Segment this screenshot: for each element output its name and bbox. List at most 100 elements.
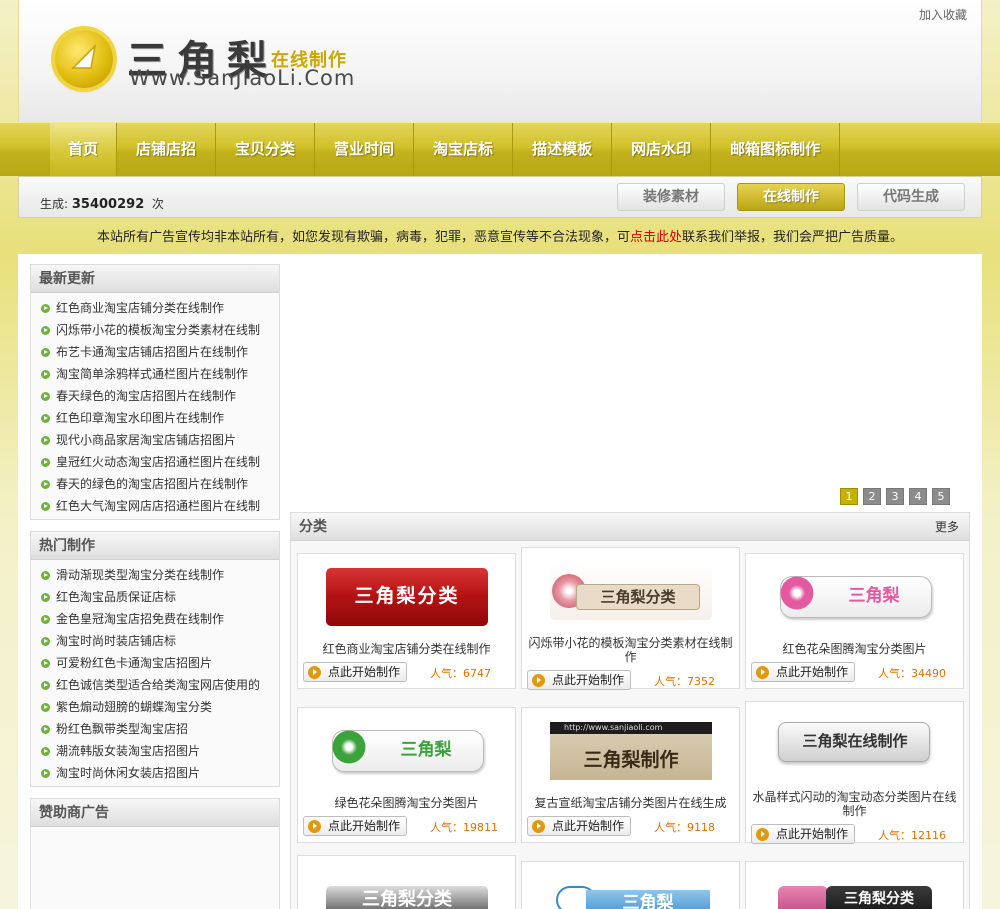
category-card[interactable]: 三角梨在线制作水晶样式闪动的淘宝动态分类图片在线制作点此开始制作 人气：12116 (745, 701, 964, 844)
arrow-bullet-icon (41, 458, 50, 467)
popularity: 人气：6747 (430, 665, 491, 681)
hot-list-item[interactable]: 淘宝时尚时装店铺店标 (41, 630, 279, 652)
ad-notice: 本站所有广告宣传均非本站所有，如您发现有欺骗，病毒，犯罪，恶意宣传等不合法现象，… (0, 226, 1000, 245)
latest-list-item[interactable]: 皇冠红火动态淘宝店招通栏图片在线制 (41, 451, 279, 473)
latest-updates-title: 最新更新 (31, 265, 279, 293)
hot-list-item[interactable]: 红色诚信类型适合给类淘宝网店使用的 (41, 674, 279, 696)
hot-list-item[interactable]: 粉红色飘带类型淘宝店招 (41, 718, 279, 740)
latest-list-item[interactable]: 淘宝简单涂鸦样式通栏图片在线制作 (41, 363, 279, 385)
sub-bar: 生成: 35400292 次 装修素材 在线制作 代码生成 (18, 176, 982, 218)
start-making-button[interactable]: 点此开始制作 (527, 816, 631, 836)
pink-block (778, 886, 828, 909)
category-card[interactable]: 三角梨 (521, 861, 740, 909)
category-card[interactable]: http://www.sanjiaoli.com 三角梨制作复古宣纸淘宝店铺分类图… (521, 707, 740, 843)
nav-item-7[interactable]: 邮箱图标制作 (711, 123, 841, 177)
category-header: 分类 更多 (291, 513, 969, 541)
category-card[interactable]: 三角梨分类 (745, 861, 964, 909)
hot-list-item[interactable]: 紫色煽动翅膀的蝴蝶淘宝分类 (41, 696, 279, 718)
card-title[interactable]: 水晶样式闪动的淘宝动态分类图片在线制作 (752, 790, 957, 818)
nav-item-2[interactable]: 宝贝分类 (216, 123, 316, 177)
go-arrow-icon (756, 666, 769, 679)
go-arrow-icon (756, 828, 769, 841)
latest-list-item[interactable]: 布艺卡通淘宝店铺店招图片在线制作 (41, 341, 279, 363)
popularity-label: 人气： (878, 829, 911, 842)
arrow-bullet-icon (41, 659, 50, 668)
nav-item-6[interactable]: 网店水印 (612, 123, 712, 177)
hot-item-label: 金色皇冠淘宝店招免费在线制作 (56, 612, 225, 626)
nav-item-3[interactable]: 营业时间 (315, 123, 415, 177)
hot-item-label: 紫色煽动翅膀的蝴蝶淘宝分类 (56, 700, 213, 714)
sub-tab-0[interactable]: 装修素材 (617, 183, 725, 211)
latest-list-item[interactable]: 红色大气淘宝网店店招通栏图片在线制 (41, 495, 279, 517)
go-arrow-icon (532, 820, 545, 833)
card-thumbnail[interactable]: 三角梨 (326, 722, 488, 780)
card-thumbnail[interactable]: 三角梨 (550, 884, 712, 909)
latest-updates-box: 最新更新 红色商业淘宝店铺分类在线制作闪烁带小花的模板淘宝分类素材在线制 布艺卡通… (30, 264, 280, 520)
logo-sun-icon[interactable] (55, 30, 113, 88)
nav-item-1[interactable]: 店铺店招 (117, 123, 217, 177)
arrow-bullet-icon (41, 769, 50, 778)
latest-item-label: 红色商业淘宝店铺分类在线制作 (56, 301, 225, 315)
start-making-button[interactable]: 点此开始制作 (751, 824, 855, 844)
category-card[interactable]: 三角梨分类 闪烁带小花的模板淘宝分类素材在线制作 点此开始制作 人气：7352 (521, 547, 740, 690)
arrow-bullet-icon (41, 681, 50, 690)
add-favorite-link[interactable]: 加入收藏 (919, 6, 967, 23)
latest-list-item[interactable]: 闪烁带小花的模板淘宝分类素材在线制 (41, 319, 279, 341)
card-thumbnail[interactable]: 三角梨在线制作 (774, 716, 936, 774)
nav-item-5[interactable]: 描述模板 (513, 123, 613, 177)
more-link[interactable]: 更多 (935, 513, 959, 541)
popularity-label: 人气： (654, 675, 687, 688)
nav-item-4[interactable]: 淘宝店标 (414, 123, 514, 177)
card-thumbnail[interactable]: 三角梨分类 (774, 884, 936, 909)
sponsor-box: 赞助商广告 (30, 798, 280, 909)
card-thumbnail[interactable]: 三角梨分类 (326, 568, 488, 626)
hot-item-label: 可爱粉红色卡通淘宝店招图片 (56, 656, 213, 670)
latest-list-item[interactable]: 红色商业淘宝店铺分类在线制作 (41, 297, 279, 319)
hot-list-item[interactable]: 可爱粉红色卡通淘宝店招图片 (41, 652, 279, 674)
start-making-button[interactable]: 点此开始制作 (303, 816, 407, 836)
card-title[interactable]: 绿色花朵图腾淘宝分类图片 (304, 796, 509, 810)
count-value: 35400292 (71, 197, 145, 212)
sub-tab-2[interactable]: 代码生成 (857, 183, 965, 211)
hot-list-item[interactable]: 滑动渐现类型淘宝分类在线制作 (41, 564, 279, 586)
popularity: 人气：9118 (654, 819, 715, 835)
hot-item-label: 红色诚信类型适合给类淘宝网店使用的 (56, 678, 261, 692)
nav-item-0[interactable]: 首页 (50, 123, 118, 177)
category-card[interactable]: 三角梨 红色花朵图腾淘宝分类图片 点此开始制作 人气：34490 (745, 553, 964, 689)
card-title[interactable]: 红色花朵图腾淘宝分类图片 (752, 642, 957, 656)
popularity-value: 12116 (911, 829, 946, 842)
category-card[interactable]: 三角梨分类 (297, 855, 516, 909)
page-button-1[interactable]: 1 (840, 488, 858, 505)
card-thumbnail[interactable]: 三角梨 (774, 568, 936, 626)
start-making-button[interactable]: 点此开始制作 (303, 662, 407, 682)
page-button-2[interactable]: 2 (863, 488, 881, 505)
report-link[interactable]: 点击此处 (630, 230, 682, 245)
category-card[interactable]: 三角梨分类红色商业淘宝店铺分类在线制作点此开始制作 人气：6747 (297, 553, 516, 689)
banner-slider[interactable]: 12345 (292, 266, 968, 505)
card-title[interactable]: 复古宣纸淘宝店铺分类图片在线生成 (528, 796, 733, 810)
start-making-button[interactable]: 点此开始制作 (751, 662, 855, 682)
card-thumbnail[interactable]: 三角梨分类 (550, 562, 712, 620)
hot-list-item[interactable]: 潮流韩版女装淘宝店招图片 (41, 740, 279, 762)
card-thumbnail[interactable]: 三角梨分类 (326, 886, 488, 909)
hot-list-item[interactable]: 红色淘宝品质保证店标 (41, 586, 279, 608)
card-title[interactable]: 红色商业淘宝店铺分类在线制作 (304, 642, 509, 656)
page-button-4[interactable]: 4 (909, 488, 927, 505)
hot-list-item[interactable]: 淘宝时尚休闲女装店招图片 (41, 762, 279, 784)
latest-list-item[interactable]: 红色印章淘宝水印图片在线制作 (41, 407, 279, 429)
category-box: 分类 更多 三角梨分类 红色商业淘宝店铺分类在线制作 点此开始制作 人气：6747 三角… (290, 512, 970, 909)
category-card[interactable]: 三角梨 绿色花朵图腾淘宝分类图片 点此开始制作 人气：19811 (297, 707, 516, 843)
start-making-button[interactable]: 点此开始制作 (527, 670, 631, 690)
hot-list-item[interactable]: 金色皇冠淘宝店招免费在线制作 (41, 608, 279, 630)
page-button-5[interactable]: 5 (932, 488, 950, 505)
latest-list-item[interactable]: 现代小商品家居淘宝店铺店招图片 (41, 429, 279, 451)
thumbnail-text: 三角梨 (848, 586, 900, 606)
page-button-3[interactable]: 3 (886, 488, 904, 505)
hot-item-label: 潮流韩版女装淘宝店招图片 (56, 744, 201, 758)
latest-list-item[interactable]: 春天的绿色的淘宝店招图片在线制作 (41, 473, 279, 495)
card-thumbnail[interactable]: http://www.sanjiaoli.com 三角梨制作 (550, 722, 712, 780)
latest-list-item[interactable]: 春天绿色的淘宝店招图片在线制作 (41, 385, 279, 407)
arrow-bullet-icon (41, 615, 50, 624)
card-title[interactable]: 闪烁带小花的模板淘宝分类素材在线制作 (528, 636, 733, 664)
sub-tab-1[interactable]: 在线制作 (737, 183, 845, 211)
